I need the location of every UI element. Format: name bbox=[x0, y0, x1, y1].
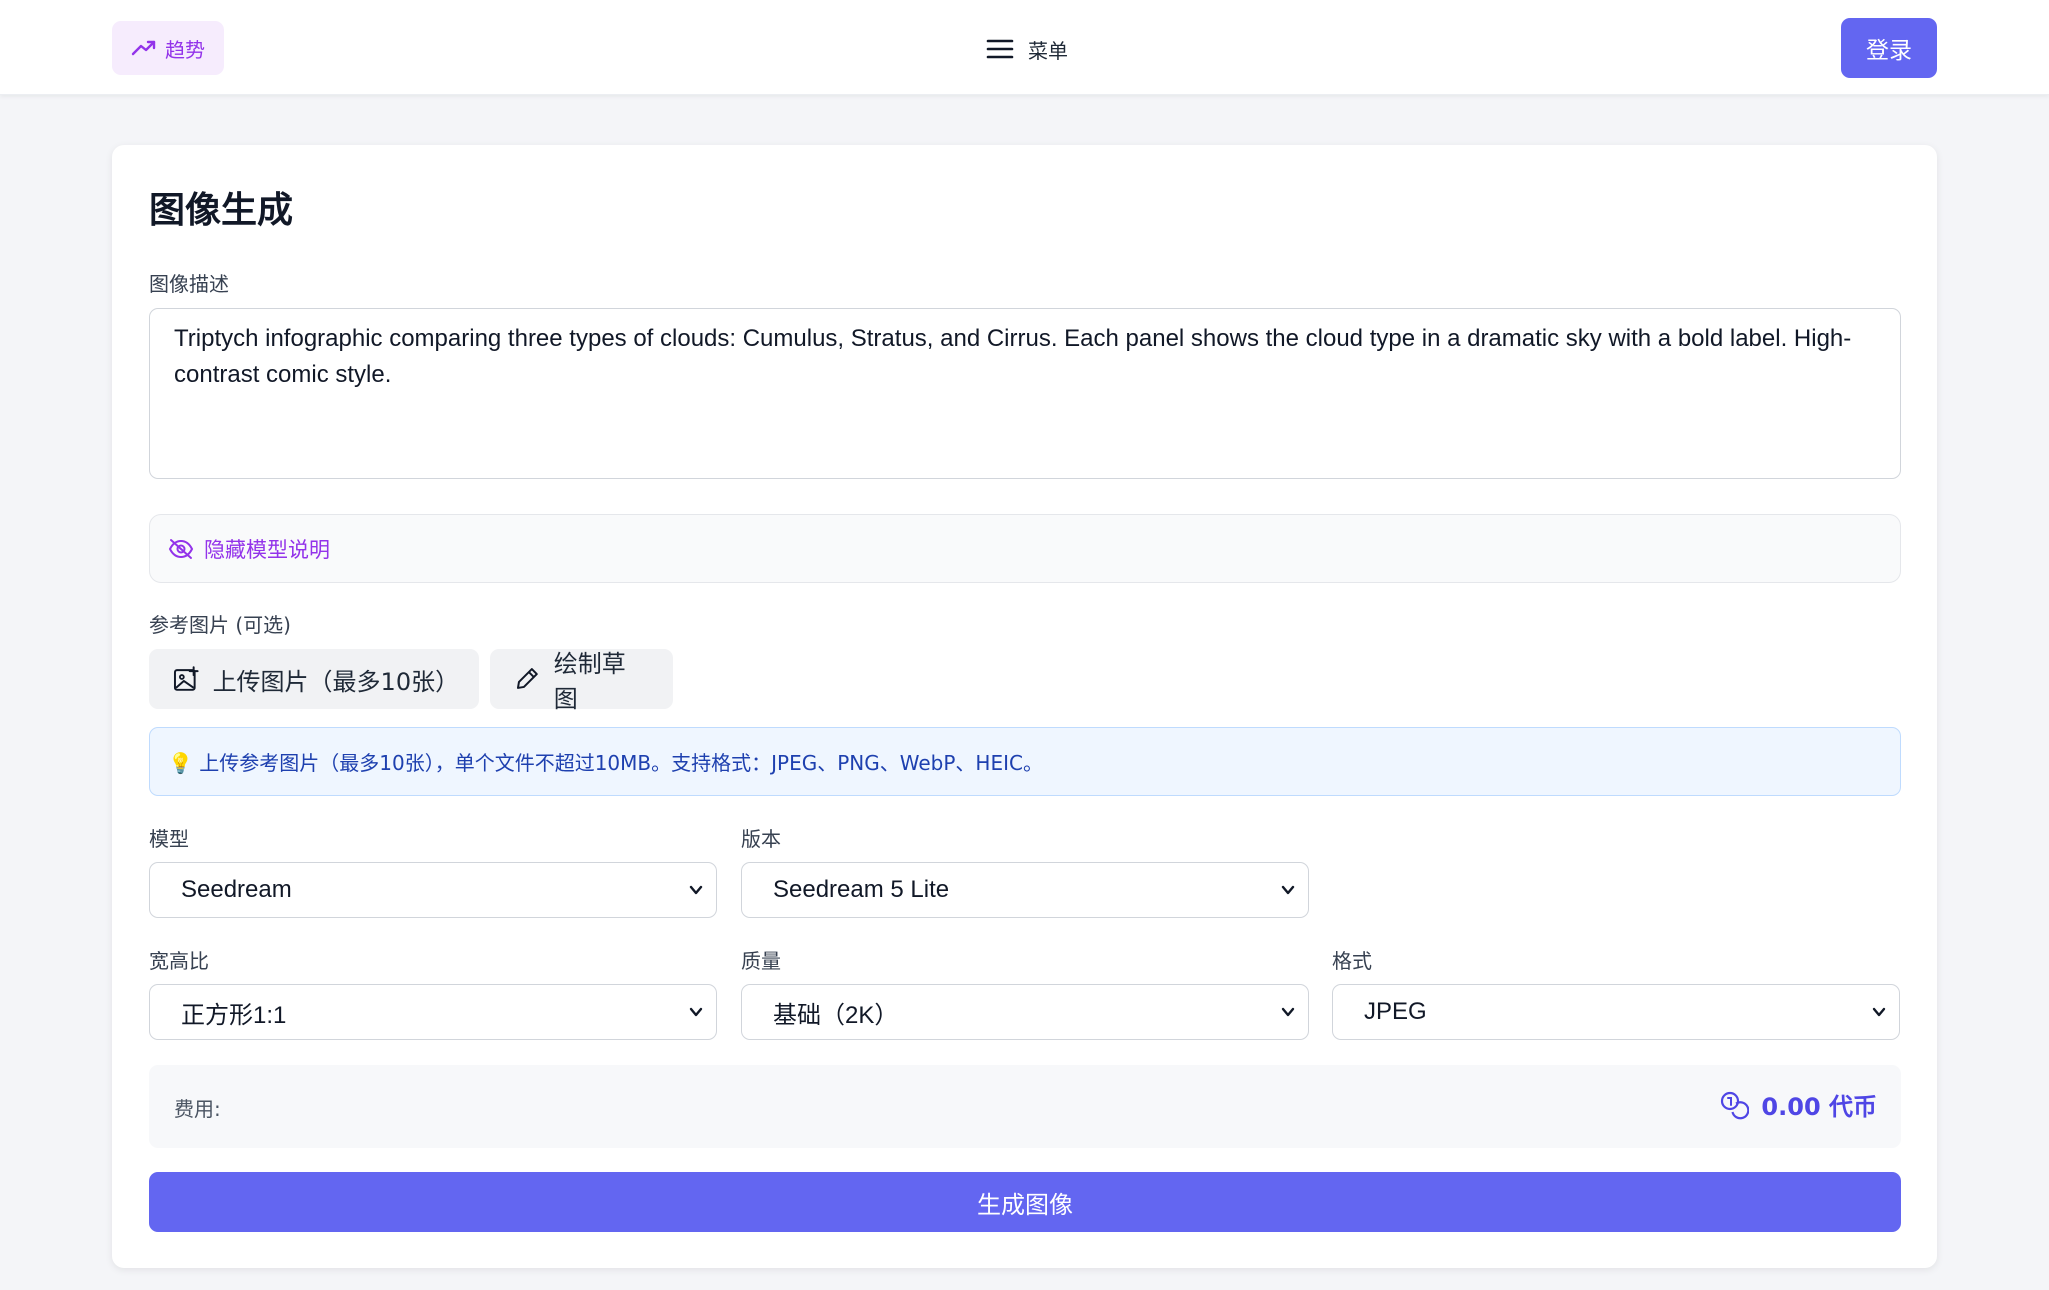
aspect-ratio-select-value: 正方形1:1 bbox=[181, 1001, 287, 1029]
trend-button[interactable]: 趋势 bbox=[112, 21, 224, 75]
hamburger-menu-icon bbox=[986, 39, 1014, 59]
cost-value: 0.00 代币 bbox=[1761, 1093, 1877, 1121]
version-select-value: Seedream 5 Lite bbox=[773, 876, 950, 903]
quality-select[interactable]: 基础（2K） bbox=[741, 984, 1309, 1040]
hide-model-description-toggle[interactable]: 隐藏模型说明 bbox=[149, 514, 1901, 583]
page-title: 图像生成 bbox=[149, 190, 294, 231]
chevron-down-icon bbox=[1281, 1007, 1295, 1017]
model-select-value: Seedream bbox=[181, 876, 292, 903]
upload-image-label: 上传图片（最多10张） bbox=[212, 667, 460, 696]
chevron-down-icon bbox=[689, 1007, 703, 1017]
image-plus-icon bbox=[173, 666, 199, 691]
top-navbar: 趋势 菜单 登录 bbox=[0, 0, 2049, 95]
prompt-label: 图像描述 bbox=[149, 272, 229, 296]
cost-display: 0.00 代币 bbox=[1719, 1087, 1877, 1122]
trend-label: 趋势 bbox=[165, 37, 205, 62]
quality-label: 质量 bbox=[741, 949, 781, 973]
format-label: 格式 bbox=[1332, 949, 1372, 973]
trending-up-icon bbox=[131, 40, 156, 56]
cost-label: 费用: bbox=[174, 1097, 221, 1121]
generate-image-button[interactable]: 生成图像 bbox=[149, 1172, 1901, 1232]
prompt-textarea[interactable]: Triptych infographic comparing three typ… bbox=[149, 308, 1901, 479]
image-generation-card: 图像生成 图像描述 Triptych infographic comparing… bbox=[112, 145, 1937, 1268]
upload-info-text: 💡 上传参考图片（最多10张），单个文件不超过10MB。支持格式：JPEG、PN… bbox=[168, 751, 1043, 775]
chevron-down-icon bbox=[1872, 1007, 1886, 1017]
upload-image-button[interactable]: 上传图片（最多10张） bbox=[149, 649, 479, 709]
eye-off-icon bbox=[168, 538, 194, 559]
coins-icon bbox=[1721, 1091, 1750, 1119]
reference-image-label: 参考图片 (可选) bbox=[149, 613, 291, 637]
chevron-down-icon bbox=[1281, 885, 1295, 895]
model-label: 模型 bbox=[149, 827, 189, 851]
format-select[interactable]: JPEG bbox=[1332, 984, 1900, 1040]
model-select[interactable]: Seedream bbox=[149, 862, 717, 918]
aspect-ratio-label: 宽高比 bbox=[149, 949, 209, 973]
pencil-icon bbox=[516, 668, 538, 689]
version-label: 版本 bbox=[741, 827, 781, 851]
aspect-ratio-select[interactable]: 正方形1:1 bbox=[149, 984, 717, 1040]
menu-button[interactable]: 菜单 bbox=[986, 30, 1068, 68]
hide-model-description-label: 隐藏模型说明 bbox=[204, 537, 330, 562]
draw-sketch-button[interactable]: 绘制草图 bbox=[490, 649, 673, 713]
menu-label: 菜单 bbox=[1028, 38, 1068, 63]
version-select[interactable]: Seedream 5 Lite bbox=[741, 862, 1309, 918]
quality-select-value: 基础（2K） bbox=[773, 1001, 899, 1029]
cost-panel: 费用: 0.00 代币 bbox=[149, 1065, 1901, 1148]
login-button[interactable]: 登录 bbox=[1841, 18, 1937, 78]
upload-info-box: 💡 上传参考图片（最多10张），单个文件不超过10MB。支持格式：JPEG、PN… bbox=[149, 727, 1901, 796]
chevron-down-icon bbox=[689, 885, 703, 895]
format-select-value: JPEG bbox=[1364, 998, 1427, 1025]
draw-sketch-label: 绘制草图 bbox=[553, 650, 626, 713]
